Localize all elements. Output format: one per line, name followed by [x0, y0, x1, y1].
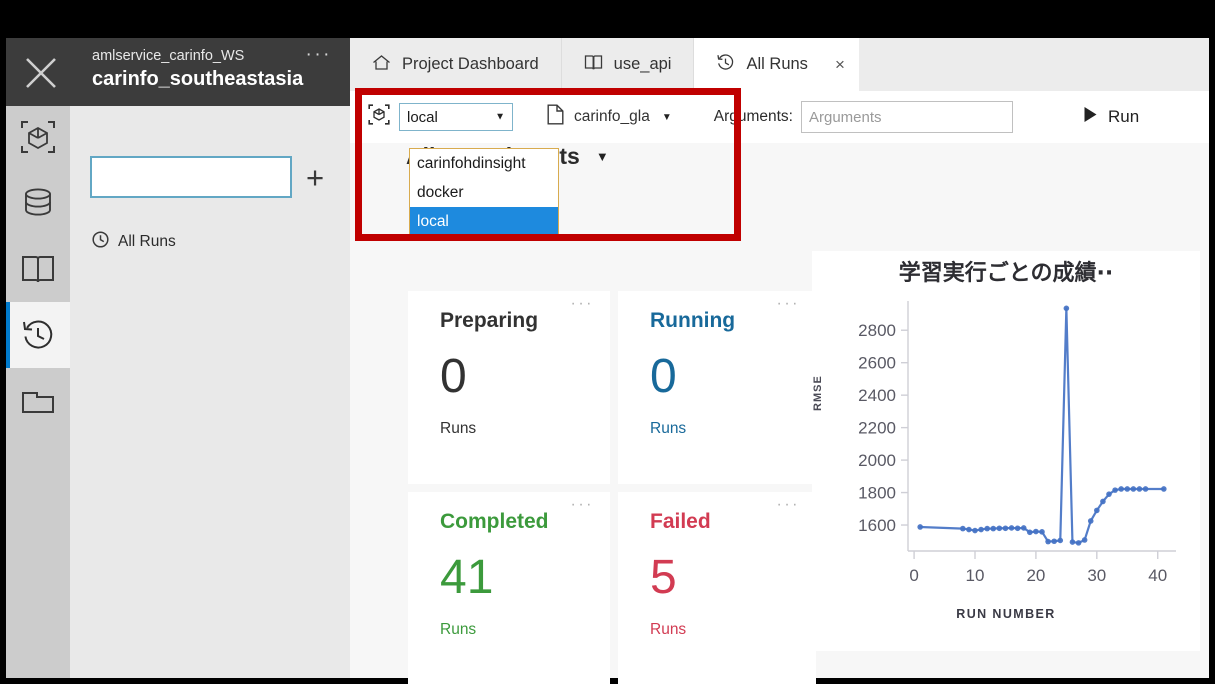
- status-card-preparing[interactable]: ··· Preparing 0 Runs: [408, 291, 610, 484]
- new-run-input[interactable]: [90, 156, 292, 198]
- workspace-title: carinfo_southeastasia: [92, 68, 304, 90]
- card-menu-button[interactable]: ···: [571, 296, 594, 312]
- compute-target-selector: local ▼ carinfohdinsight docker local: [368, 103, 559, 237]
- card-value: 0: [440, 350, 467, 403]
- history-clock-icon: [20, 317, 56, 353]
- chart-title: 学習実行ごとの成績··: [898, 261, 1114, 286]
- compute-target-dropdown-list[interactable]: carinfohdinsight docker local: [409, 148, 559, 237]
- activity-item-files[interactable]: [6, 368, 70, 434]
- close-icon: [21, 53, 61, 98]
- card-title: Failed: [650, 510, 711, 533]
- explorer-panel: + All Runs: [70, 106, 350, 678]
- chevron-down-icon[interactable]: ▼: [596, 149, 609, 164]
- workspace-header: ··· amlservice_carinfo_WS carinfo_southe…: [6, 38, 350, 106]
- dropdown-option-docker[interactable]: docker: [410, 178, 558, 207]
- svg-text:2600: 2600: [858, 354, 896, 373]
- file-icon: [547, 104, 564, 130]
- card-menu-button[interactable]: ···: [777, 497, 800, 513]
- chart-x-axis-label: RUN NUMBER: [956, 607, 1056, 621]
- run-label: Run: [1108, 107, 1140, 126]
- tab-use-api[interactable]: use_api: [562, 38, 695, 91]
- activity-bar: [6, 38, 70, 678]
- card-unit: Runs: [650, 620, 687, 638]
- svg-text:1800: 1800: [858, 484, 896, 503]
- svg-text:30: 30: [1087, 566, 1106, 585]
- dropdown-option-carinfohdinsight[interactable]: carinfohdinsight: [410, 149, 558, 178]
- workspace-menu-button[interactable]: ···: [306, 45, 332, 64]
- status-card-failed[interactable]: ··· Failed 5 Runs: [618, 492, 816, 684]
- tab-project-dashboard[interactable]: Project Dashboard: [350, 38, 562, 91]
- compute-target-combobox[interactable]: local ▼: [399, 103, 513, 131]
- svg-text:1600: 1600: [858, 516, 896, 535]
- editor-area: Project Dashboard use_api All Runs × loc…: [350, 38, 1209, 684]
- folder-icon: [20, 386, 56, 416]
- card-menu-button[interactable]: ···: [777, 296, 800, 312]
- compute-target-icon: [368, 104, 390, 130]
- book-icon: [584, 54, 603, 76]
- card-menu-button[interactable]: ···: [571, 497, 594, 513]
- activity-item-notebooks[interactable]: [6, 236, 70, 302]
- history-clock-icon: [716, 53, 735, 77]
- card-title: Running: [650, 309, 736, 332]
- tab-all-runs[interactable]: All Runs ×: [694, 38, 859, 91]
- svg-text:40: 40: [1148, 566, 1167, 585]
- svg-text:2200: 2200: [858, 419, 896, 438]
- chevron-down-icon[interactable]: ▼: [662, 112, 672, 123]
- tab-strip: Project Dashboard use_api All Runs ×: [350, 38, 1209, 91]
- svg-text:0: 0: [909, 566, 918, 585]
- arguments-label: Arguments:: [713, 108, 793, 125]
- svg-text:2000: 2000: [858, 451, 896, 470]
- play-icon: [1083, 106, 1098, 128]
- compute-target-value: local: [407, 108, 438, 126]
- clock-icon: [92, 231, 109, 253]
- svg-text:2400: 2400: [858, 386, 896, 405]
- activity-item-datastore[interactable]: [6, 170, 70, 236]
- chart-plot: 1600 1800 2000 2200 2400 2600 2800 0 10 20 30 40: [858, 301, 1176, 585]
- home-icon: [372, 54, 391, 76]
- workspace-subtitle: amlservice_carinfo_WS: [92, 48, 245, 64]
- tab-label: Project Dashboard: [402, 55, 539, 73]
- status-cards-grid: ··· Preparing 0 Runs ··· Running 0 Runs …: [408, 291, 816, 684]
- card-value: 5: [650, 551, 677, 604]
- cube-target-icon: [20, 120, 56, 154]
- tab-label: use_api: [613, 55, 672, 73]
- database-icon: [21, 186, 55, 220]
- card-unit: Runs: [650, 419, 687, 437]
- app-window: + All Runs ··· amlservice_carinfo_WS car…: [0, 0, 1215, 684]
- explorer-item-all-runs[interactable]: All Runs: [92, 231, 176, 253]
- add-run-button[interactable]: +: [292, 156, 338, 198]
- card-unit: Runs: [440, 419, 477, 437]
- status-card-running[interactable]: ··· Running 0 Runs: [618, 291, 816, 484]
- chevron-down-icon[interactable]: ▼: [495, 112, 505, 123]
- activity-item-runs-history[interactable]: [6, 302, 70, 368]
- script-file-name: carinfo_gla: [574, 108, 650, 125]
- script-file-selector[interactable]: carinfo_gla ▼: [547, 104, 672, 130]
- card-title: Completed: [440, 510, 549, 533]
- svg-text:20: 20: [1026, 566, 1045, 585]
- status-card-completed[interactable]: ··· Completed 41 Runs: [408, 492, 610, 684]
- tab-label: All Runs: [746, 55, 808, 73]
- close-workspace-button[interactable]: [20, 54, 62, 96]
- new-run-row: +: [90, 156, 338, 198]
- explorer-all-runs-label: All Runs: [118, 233, 176, 250]
- arguments-input[interactable]: [801, 101, 1013, 133]
- card-unit: Runs: [440, 620, 477, 638]
- svg-text:10: 10: [966, 566, 985, 585]
- book-icon: [20, 253, 56, 285]
- svg-text:2800: 2800: [858, 321, 896, 340]
- card-value: 0: [650, 350, 677, 403]
- rmse-chart-card[interactable]: 学習実行ごとの成績·· RMSE 1600 1800 2000 2200 2400 260…: [812, 251, 1200, 651]
- run-toolbar: local ▼ carinfohdinsight docker local ca…: [350, 91, 1209, 237]
- tab-close-icon[interactable]: ×: [835, 56, 845, 73]
- activity-item-compute[interactable]: [6, 104, 70, 170]
- card-value: 41: [440, 551, 494, 604]
- dropdown-option-local[interactable]: local: [410, 207, 558, 236]
- run-button[interactable]: Run: [1083, 106, 1139, 128]
- card-title: Preparing: [440, 309, 539, 332]
